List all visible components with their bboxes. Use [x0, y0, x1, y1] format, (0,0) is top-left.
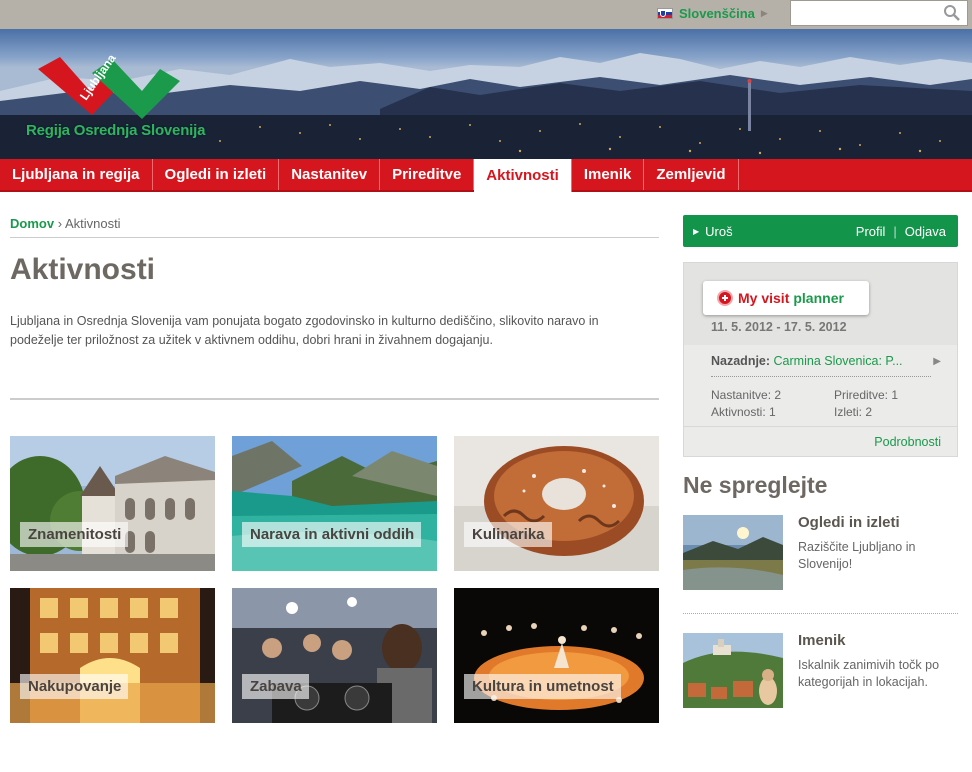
- chevron-right-icon: ▶: [760, 8, 768, 18]
- planner-dates: 11. 5. 2012 - 17. 5. 2012: [711, 320, 847, 334]
- main-navigation: Ljubljana in regija Ogledi in izleti Nasta…: [0, 159, 972, 192]
- recent-item: Nazadnje: Carmina Slovenica: P...: [711, 354, 931, 368]
- dotted-divider: [683, 613, 958, 614]
- user-menu[interactable]: ▶ Uroš: [693, 224, 733, 239]
- recent-label: Nazadnje:: [711, 354, 771, 368]
- tile-narava[interactable]: Narava in aktivni oddih: [232, 436, 437, 571]
- plus-icon: [717, 290, 733, 306]
- breadcrumb-separator: ›: [57, 216, 63, 231]
- tile-label: Narava in aktivni oddih: [242, 522, 422, 547]
- logo-caption: Regija Osrednja Slovenija: [26, 122, 206, 139]
- search-icon[interactable]: [943, 4, 961, 22]
- promo-title[interactable]: Imenik: [798, 632, 846, 649]
- tile-zabava[interactable]: Zabava: [232, 588, 437, 723]
- dotted-divider: [711, 376, 931, 377]
- search-input[interactable]: [791, 1, 941, 23]
- logout-link[interactable]: Odjava: [905, 224, 946, 239]
- planner-brand-red: My visit: [738, 290, 790, 306]
- content-divider: [10, 398, 659, 400]
- tile-label: Kultura in umetnost: [464, 674, 621, 699]
- intro-paragraph: Ljubljana in Osrednja Slovenija vam ponu…: [10, 314, 599, 347]
- planner-divider: [684, 426, 957, 427]
- recent-link[interactable]: Carmina Slovenica: P...: [774, 354, 903, 368]
- landscape-photo: [683, 515, 783, 590]
- promo-image-imenik[interactable]: [683, 633, 783, 708]
- dance-stage-photo: [454, 588, 659, 723]
- breadcrumb-current: Aktivnosti: [64, 216, 121, 231]
- tile-znamenitosti[interactable]: Znamenitosti: [10, 436, 215, 571]
- tile-label: Nakupovanje: [20, 674, 129, 699]
- header-banner: Ljubljana Regija Osrednja Slovenija: [0, 29, 972, 160]
- breadcrumb-divider: [10, 237, 659, 238]
- tile-label: Znamenitosti: [20, 522, 129, 547]
- promo-text: Raziščite Ljubljano in Slovenijo!: [798, 540, 916, 571]
- promo-text: Iskalnik zanimivih točk po kategorijah i…: [798, 658, 940, 689]
- user-name: Uroš: [705, 224, 733, 239]
- river-photo: [232, 436, 437, 571]
- tile-kulinarika[interactable]: Kulinarika: [454, 436, 659, 571]
- caret-right-icon: ▶: [693, 227, 700, 236]
- nav-item-ljubljana-in-regija[interactable]: Ljubljana in regija: [0, 159, 153, 190]
- breadcrumb: Domov › Aktivnosti: [10, 216, 121, 231]
- nav-item-zemljevid[interactable]: Zemljevid: [644, 159, 739, 190]
- promo-image-ogledi[interactable]: [683, 515, 783, 590]
- search-box: [790, 0, 968, 26]
- castle-town-photo: [683, 633, 783, 708]
- city-night-panorama: Ljubljana: [0, 29, 972, 160]
- profile-link[interactable]: Profil: [856, 224, 886, 239]
- my-visit-planner-button[interactable]: My visit planner: [703, 281, 869, 315]
- tile-label: Kulinarika: [464, 522, 552, 547]
- arrow-right-icon[interactable]: ▶: [933, 356, 941, 367]
- tile-nakupovanje[interactable]: Nakupovanje: [10, 588, 215, 723]
- stat-izleti: Izleti: 2: [834, 405, 873, 419]
- building-photo: [10, 436, 215, 571]
- stat-aktivnosti: Aktivnosti: 1: [711, 405, 776, 419]
- nav-item-nastanitev[interactable]: Nastanitev: [279, 159, 381, 190]
- nav-item-imenik[interactable]: Imenik: [572, 159, 645, 190]
- nav-item-ogledi-in-izleti[interactable]: Ogledi in izleti: [153, 159, 280, 190]
- nav-item-prireditve[interactable]: Prireditve: [380, 159, 475, 190]
- nav-item-aktivnosti[interactable]: Aktivnosti: [474, 159, 572, 192]
- dj-party-photo: [232, 588, 437, 723]
- slovenia-flag-icon: [657, 8, 673, 19]
- stat-nastanitve: Nastanitve: 2: [711, 388, 782, 402]
- page-title: Aktivnosti: [10, 253, 156, 286]
- top-utility-bar: Slovenščina ▶: [0, 0, 972, 29]
- tile-label: Zabava: [242, 674, 309, 699]
- language-label: Slovenščina: [679, 6, 755, 21]
- user-bar: ▶ Uroš Profil | Odjava: [683, 215, 958, 247]
- planner-brand-green: planner: [793, 290, 844, 306]
- promo-title[interactable]: Ogledi in izleti: [798, 514, 900, 531]
- sidebar-title: Ne spreglejte: [683, 472, 828, 498]
- visit-planner-widget: My visit planner 11. 5. 2012 - 17. 5. 20…: [683, 262, 958, 457]
- language-selector[interactable]: Slovenščina ▶: [657, 6, 768, 21]
- tile-kultura[interactable]: Kultura in umetnost: [454, 588, 659, 723]
- stat-prireditve: Prireditve: 1: [834, 388, 899, 402]
- divider: |: [893, 224, 897, 239]
- potica-cake-photo: [454, 436, 659, 571]
- details-link[interactable]: Podrobnosti: [874, 435, 941, 449]
- shop-facade-photo: [10, 588, 215, 723]
- breadcrumb-home-link[interactable]: Domov: [10, 216, 54, 231]
